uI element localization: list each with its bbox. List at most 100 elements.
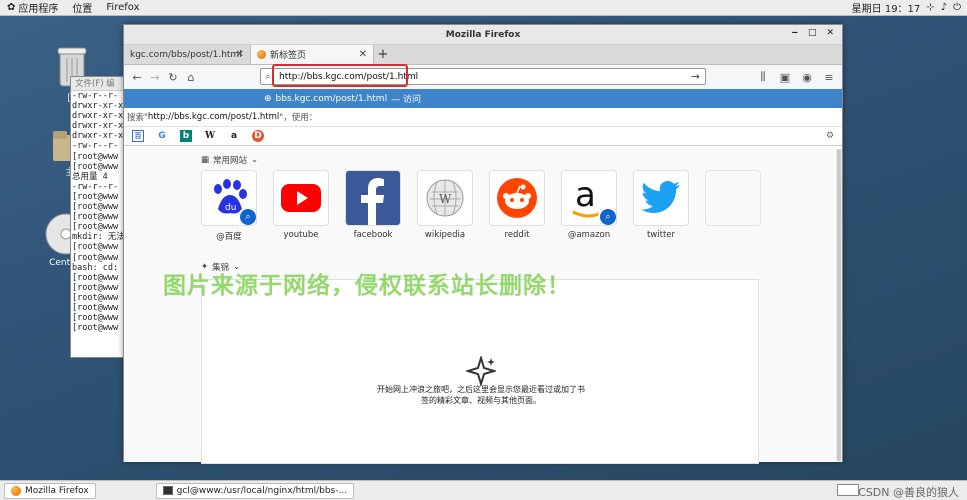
terminal-line: bash: cd: xyxy=(72,262,119,273)
terminal-line: [root@www xyxy=(72,282,119,293)
bing-engine-icon[interactable]: b xyxy=(180,130,192,142)
terminal-window[interactable]: 文件(F) 编 -rw-r--r-drwxr-xr-x drwxr-xr-x drw… xyxy=(70,76,124,358)
terminal-line: -rw-r--r- xyxy=(72,141,119,152)
svg-text:du: du xyxy=(225,203,236,213)
applications-menu[interactable]: ✿ 应用程序 xyxy=(0,0,65,16)
google-engine-icon[interactable]: G xyxy=(156,130,168,142)
search-settings-icon[interactable]: ⚙ xyxy=(824,130,836,142)
globe-icon: ⊕ xyxy=(264,93,272,104)
power-icon[interactable]: ⏻ xyxy=(953,2,961,13)
terminal-line: [root@www xyxy=(72,313,119,324)
reddit-tile xyxy=(490,171,544,225)
terminal-line: [root@www xyxy=(72,272,119,283)
youtube-tile xyxy=(274,171,328,225)
terminal-line: [root@www xyxy=(72,191,119,202)
go-arrow-icon[interactable]: → xyxy=(691,70,700,83)
terminal-line: [root@www xyxy=(72,212,119,223)
topsite-label: twitter xyxy=(646,230,676,240)
navigation-toolbar: ← → ↻ ⌂ ⌕ http://bbs.kgc.com/post/1.html… xyxy=(124,64,842,89)
app-menu-icon: ✿ xyxy=(7,2,16,13)
library-icon[interactable]: ⫼ xyxy=(754,68,772,86)
csdn-credit: CSDN @善良的狼人 xyxy=(858,486,959,499)
network-icon[interactable]: ⊹ xyxy=(926,2,934,13)
firefox-menu[interactable]: Firefox xyxy=(99,0,146,16)
topsite-label: wikipedia xyxy=(424,230,466,240)
topsite-twitter[interactable]: twitter xyxy=(633,171,689,240)
terminal-line: drwxr-xr-x xyxy=(72,121,124,132)
grid-icon: ▦ xyxy=(201,155,210,165)
amazon-tile: a ⌕ xyxy=(562,171,616,225)
amazon-engine-icon[interactable]: a xyxy=(228,130,240,142)
reload-icon[interactable]: ↻ xyxy=(164,68,182,86)
clock[interactable]: 星期日 19：17 xyxy=(852,0,921,15)
baidu-tile: du ⌕ xyxy=(202,171,256,225)
topsite-reddit[interactable]: reddit xyxy=(489,171,545,240)
topsite-wikipedia[interactable]: W wikipedia xyxy=(417,171,473,240)
terminal-line: [root@www xyxy=(72,151,119,162)
tab-close-icon[interactable]: ✕ xyxy=(359,49,367,60)
forward-icon[interactable]: → xyxy=(146,68,164,86)
terminal-line: -rw-r--r- xyxy=(72,181,119,192)
topsite-label: facebook xyxy=(353,230,393,240)
tab-new-tab[interactable]: 新标签页 ✕ xyxy=(251,45,374,64)
wikipedia-engine-icon[interactable]: W xyxy=(204,130,216,142)
url-highlight-box xyxy=(272,64,408,87)
terminal-line: [root@www xyxy=(72,323,119,334)
svg-text:W: W xyxy=(439,192,452,206)
watermark-text: 图片来源于网络，侵权联系站长删除！ xyxy=(163,273,571,299)
terminal-line: [root@www xyxy=(72,161,119,172)
search-badge-icon: ⌕ xyxy=(238,207,256,225)
terminal-line: [root@www xyxy=(72,202,119,213)
top-panel: ✿ 应用程序 位置 Firefox 星期日 19：17 ⊹ ♪ ⏻ xyxy=(0,0,967,16)
minimize-icon[interactable]: ‒ xyxy=(792,28,798,38)
tab-kgc-post[interactable]: kgc.com/bbs/post/1.html ✕ xyxy=(124,45,251,64)
home-icon[interactable]: ⌂ xyxy=(182,68,200,86)
baidu-engine-icon[interactable]: 百 xyxy=(132,130,144,142)
topsite-facebook[interactable]: facebook xyxy=(345,171,401,240)
taskbar-terminal[interactable]: gcl@www:/usr/local/nginx/html/bbs-... xyxy=(155,482,355,499)
taskbar: Mozilla Firefox gcl@www:/usr/local/nginx… xyxy=(0,480,967,500)
topsite-youtube[interactable]: youtube xyxy=(273,171,329,240)
terminal-line: 总用量 4 xyxy=(72,171,108,182)
workspace-switcher[interactable] xyxy=(837,484,859,496)
terminal-line: drwxr-xr-x xyxy=(72,111,124,122)
new-tab-button[interactable]: + xyxy=(374,45,392,64)
twitter-tile xyxy=(634,171,688,225)
volume-icon[interactable]: ♪ xyxy=(941,2,947,13)
url-suggestion[interactable]: ⊕ bbs.kgc.com/post/1.html — 访问 xyxy=(124,89,842,108)
topsite-amazon[interactable]: a ⌕ @amazon xyxy=(561,171,617,240)
highlights-message: 开始网上冲浪之旅吧，之后这里会显示您最近看过或加了书 签的精彩文章、视频与其他页… xyxy=(377,385,585,405)
page-scrollbar[interactable] xyxy=(836,149,842,462)
search-engine-row: 百 G b W a D ⚙ xyxy=(124,127,842,146)
account-icon[interactable]: ◉ xyxy=(798,68,816,86)
maximize-icon[interactable]: □ xyxy=(808,28,817,38)
tab-close-icon[interactable]: ✕ xyxy=(236,49,244,60)
window-titlebar[interactable]: Mozilla Firefox ‒ □ ✕ xyxy=(124,25,842,45)
terminal-line: -rw-r--r- xyxy=(72,91,119,101)
close-icon[interactable]: ✕ xyxy=(826,28,834,38)
highlights-empty-box: 开始网上冲浪之旅吧，之后这里会显示您最近看过或加了书 签的精彩文章、视频与其他页… xyxy=(201,279,759,464)
youtube-logo-icon xyxy=(281,184,321,212)
topsite-empty[interactable] xyxy=(705,171,761,225)
scrollbar-thumb[interactable] xyxy=(837,149,841,461)
facebook-logo-icon xyxy=(361,178,384,225)
terminal-line: [root@www xyxy=(72,222,119,233)
terminal-menu[interactable]: 文件(F) 编 xyxy=(71,77,123,91)
tab-bar: kgc.com/bbs/post/1.html ✕ 新标签页 ✕ + xyxy=(124,45,842,65)
menu-icon[interactable]: ≡ xyxy=(820,68,838,86)
facebook-tile xyxy=(346,171,400,225)
duckduckgo-engine-icon[interactable]: D xyxy=(252,130,264,142)
back-icon[interactable]: ← xyxy=(128,68,146,86)
taskbar-firefox[interactable]: Mozilla Firefox xyxy=(4,482,96,499)
places-menu[interactable]: 位置 xyxy=(65,0,99,16)
topsites-header[interactable]: ▦ 常用网站 ⌄ xyxy=(201,154,258,166)
topsite-label: @百度 xyxy=(216,232,242,242)
terminal-line: [root@www xyxy=(72,252,119,263)
terminal-line: [root@www xyxy=(72,242,119,253)
sidebar-icon[interactable]: ▣ xyxy=(776,68,794,86)
topsite-baidu[interactable]: du ⌕ @百度 xyxy=(201,171,257,242)
terminal-icon xyxy=(162,486,173,495)
wikipedia-globe-icon: W xyxy=(426,179,464,217)
tab-label: 新标签页 xyxy=(270,51,307,61)
terminal-line: [root@www xyxy=(72,302,119,313)
